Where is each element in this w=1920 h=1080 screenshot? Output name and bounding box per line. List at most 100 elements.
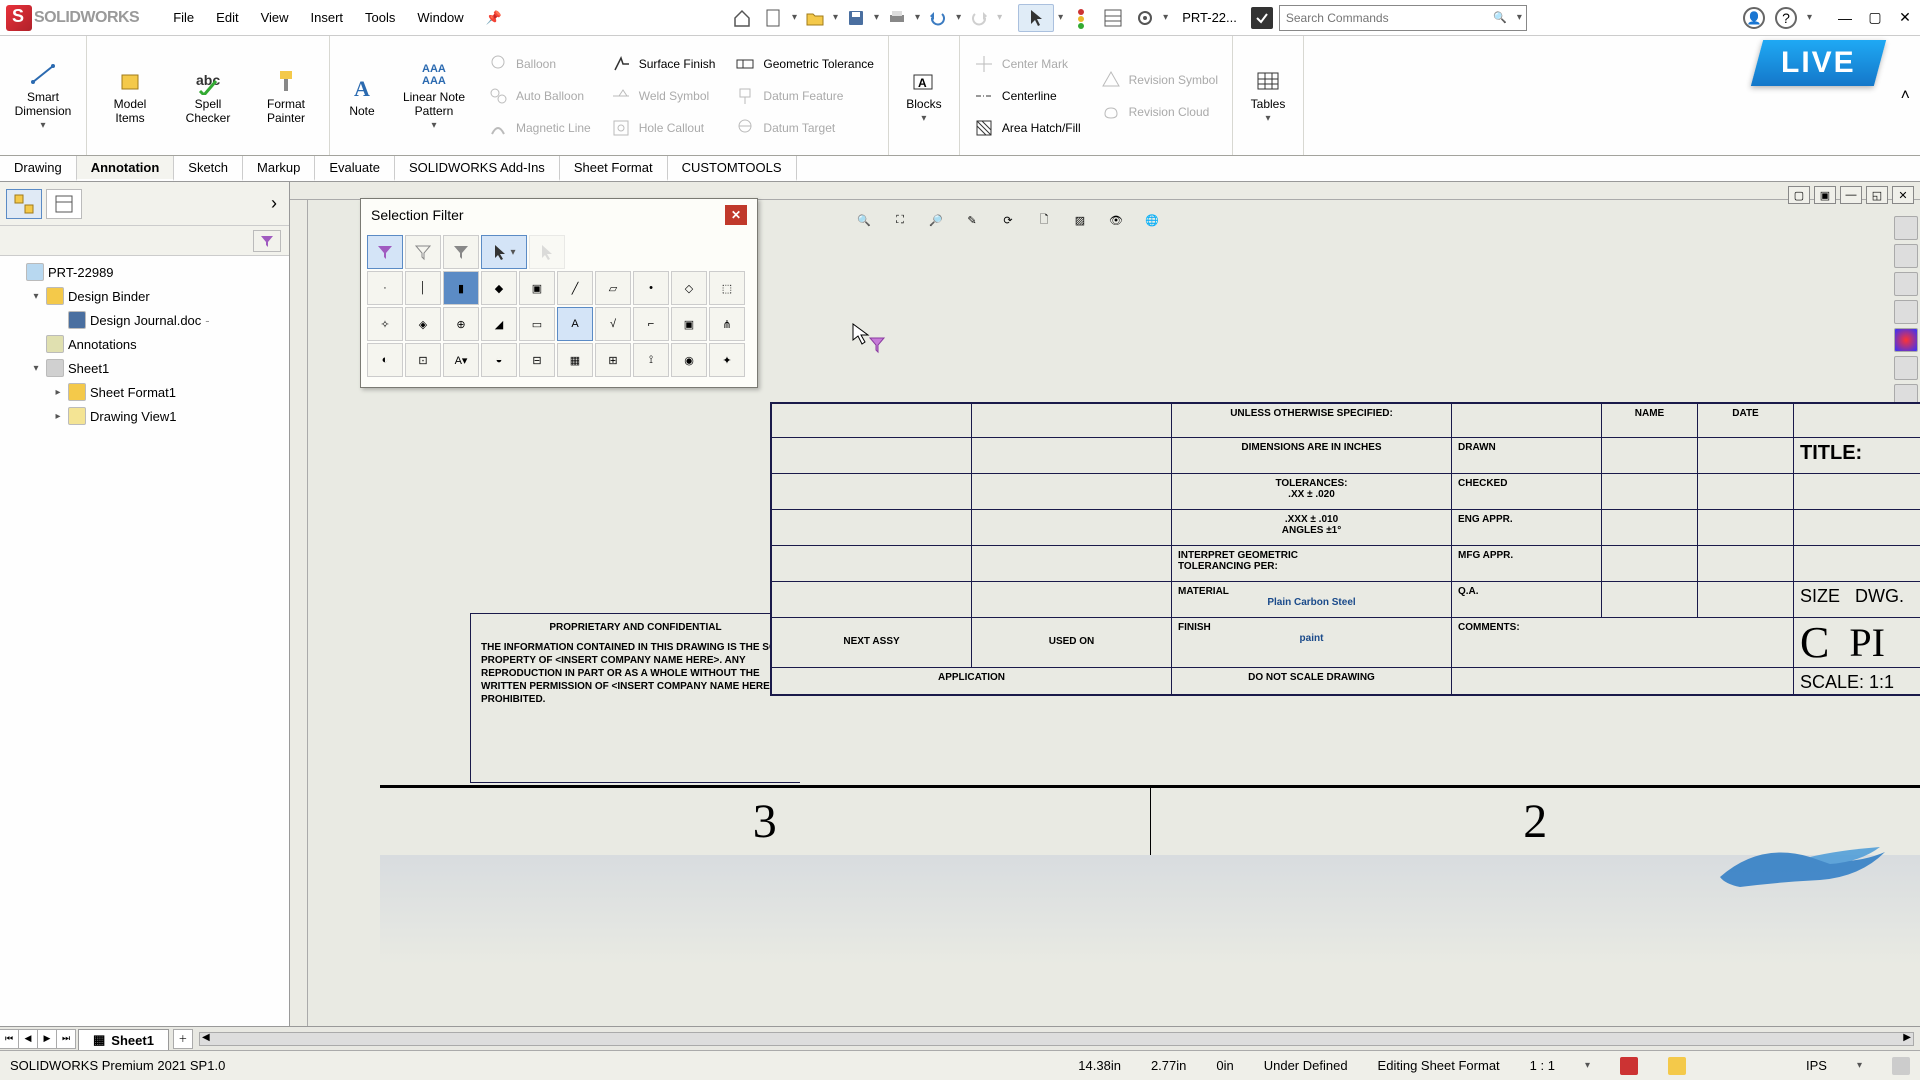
help-icon[interactable]: ? [1775, 7, 1797, 29]
taskpane-lib-icon[interactable] [1894, 244, 1918, 268]
filter-row4-9-icon[interactable]: ◉ [671, 343, 707, 377]
doc-min-icon[interactable]: — [1840, 186, 1862, 204]
tree-sheet1[interactable]: ▾Sheet1 [8, 356, 287, 380]
format-painter-button[interactable]: Format Painter [247, 36, 325, 155]
tree-design-binder[interactable]: ▾Design Binder [8, 284, 287, 308]
form-icon[interactable] [1099, 4, 1127, 32]
tab-customtools[interactable]: CUSTOMTOOLS [668, 156, 797, 181]
user-icon[interactable]: 👤 [1743, 7, 1765, 29]
filter-row4-7-icon[interactable]: ⊞ [595, 343, 631, 377]
select-all-icon[interactable] [529, 235, 565, 269]
filter-midpt-icon[interactable]: ◈ [405, 307, 441, 341]
filter-vertices-icon[interactable]: · [367, 271, 403, 305]
panel-expand-icon[interactable]: › [265, 193, 283, 214]
filter-clear-icon[interactable] [405, 235, 441, 269]
filter-cosmetic-icon[interactable]: ⋔ [709, 307, 745, 341]
auto-balloon-button[interactable]: Auto Balloon [482, 81, 597, 111]
tree-design-journal[interactable]: Design Journal.doc - [8, 308, 287, 332]
print-icon[interactable] [883, 4, 911, 32]
display-style-icon[interactable]: 🗋 [1030, 206, 1058, 234]
filter-invert-icon[interactable] [443, 235, 479, 269]
taskpane-appear-icon[interactable] [1894, 328, 1918, 352]
datum-target-button[interactable]: Datum Target [729, 113, 880, 143]
sheet-nav-next-icon[interactable]: ▶ [37, 1029, 57, 1049]
tree-sheet-format[interactable]: ▸Sheet Format1 [8, 380, 287, 404]
section-view-icon[interactable]: ✎ [958, 206, 986, 234]
filter-toggle-icon[interactable] [367, 235, 403, 269]
search-input[interactable] [1280, 11, 1487, 25]
view-orient-icon[interactable]: 👁 [1102, 206, 1130, 234]
menu-edit[interactable]: Edit [206, 6, 248, 30]
sheet-tab-sheet1[interactable]: ▦Sheet1 [78, 1029, 169, 1051]
status-macro-icon[interactable] [1620, 1057, 1638, 1075]
tab-sheet-format[interactable]: Sheet Format [560, 156, 668, 181]
filter-notes-icon[interactable]: A [557, 307, 593, 341]
filter-sketches-icon[interactable]: ◇ [671, 271, 707, 305]
filter-edges-icon[interactable]: │ [405, 271, 441, 305]
filter-sfinish-icon[interactable]: √ [595, 307, 631, 341]
filter-datum-icon[interactable]: ▣ [671, 307, 707, 341]
window-minimize-icon[interactable]: — [1836, 9, 1854, 27]
doc-win-2-icon[interactable]: ▣ [1814, 186, 1836, 204]
graphics-area[interactable]: Selection Filter ✕ ▾ · │ ▮ ◆ ▣ ╱ [290, 182, 1920, 1050]
center-mark-button[interactable]: Center Mark [968, 49, 1087, 79]
centerline-button[interactable]: Centerline [968, 81, 1087, 111]
geometric-tolerance-button[interactable]: Geometric Tolerance [729, 49, 880, 79]
balloon-button[interactable]: Balloon [482, 49, 597, 79]
filter-faces-icon[interactable]: ▮ [443, 271, 479, 305]
area-hatch-button[interactable]: Area Hatch/Fill [968, 113, 1087, 143]
filter-centermark-icon[interactable]: ⊕ [443, 307, 479, 341]
command-box-icon[interactable] [1251, 7, 1273, 29]
filter-row4-10-icon[interactable]: ✦ [709, 343, 745, 377]
home-icon[interactable] [728, 4, 756, 32]
traffic-light-icon[interactable] [1067, 4, 1095, 32]
sheet-hscroll[interactable] [199, 1032, 1914, 1046]
menu-file[interactable]: File [163, 6, 204, 30]
tables-button[interactable]: Tables▾ [1237, 36, 1299, 155]
status-fullscreen-icon[interactable] [1892, 1057, 1910, 1075]
surface-finish-button[interactable]: Surface Finish [605, 49, 722, 79]
tab-evaluate[interactable]: Evaluate [315, 156, 395, 181]
zoom-area-icon[interactable]: ⛶ [886, 206, 914, 234]
zoom-fit-icon[interactable]: 🔍 [850, 206, 878, 234]
doc-restore-icon[interactable]: ◱ [1866, 186, 1888, 204]
sheet-nav-prev-icon[interactable]: ◀ [18, 1029, 38, 1049]
tab-addins[interactable]: SOLIDWORKS Add-Ins [395, 156, 560, 181]
status-units[interactable]: IPS [1806, 1058, 1827, 1073]
filter-row4-1-icon[interactable]: ◐ [367, 343, 403, 377]
selection-filter-close-icon[interactable]: ✕ [725, 205, 747, 225]
property-manager-tab-icon[interactable] [46, 189, 82, 219]
search-commands[interactable]: 🔍 ▾ [1279, 5, 1527, 31]
select-cursor-icon[interactable]: ▾ [481, 235, 527, 269]
filter-row4-3-icon[interactable]: A▾ [443, 343, 479, 377]
ribbon-collapse-icon[interactable]: ˄ [1901, 87, 1910, 105]
menu-window[interactable]: Window [407, 6, 473, 30]
options-gear-icon[interactable] [1131, 4, 1159, 32]
taskpane-view-icon[interactable] [1894, 300, 1918, 324]
menu-view[interactable]: View [251, 6, 299, 30]
spell-checker-button[interactable]: abcSpell Checker [169, 36, 247, 155]
sheet-nav-first-icon[interactable]: ⏮ [0, 1029, 19, 1049]
undo-icon[interactable] [924, 4, 952, 32]
tab-markup[interactable]: Markup [243, 156, 315, 181]
tab-drawing[interactable]: Drawing [0, 156, 77, 181]
filter-row4-4-icon[interactable]: ◒ [481, 343, 517, 377]
menu-tools[interactable]: Tools [355, 6, 405, 30]
hide-show-icon[interactable]: ▨ [1066, 206, 1094, 234]
filter-row4-5-icon[interactable]: ⊟ [519, 343, 555, 377]
filter-row4-6-icon[interactable]: ▦ [557, 343, 593, 377]
filter-solids-icon[interactable]: ▣ [519, 271, 555, 305]
filter-gtol-icon[interactable]: ▭ [519, 307, 555, 341]
filter-planes-icon[interactable]: ▱ [595, 271, 631, 305]
note-button[interactable]: ANote [334, 36, 390, 155]
taskpane-props-icon[interactable] [1894, 356, 1918, 380]
filter-tree-icon[interactable] [253, 230, 281, 252]
status-warn-icon[interactable] [1668, 1057, 1686, 1075]
feature-tree-tab-icon[interactable] [6, 189, 42, 219]
zoom-prev-icon[interactable]: 🔎 [922, 206, 950, 234]
revision-cloud-button[interactable]: Revision Cloud [1095, 97, 1224, 127]
filter-row4-8-icon[interactable]: ⟟ [633, 343, 669, 377]
model-items-button[interactable]: Model Items [91, 36, 169, 155]
doc-close-icon[interactable]: ✕ [1892, 186, 1914, 204]
blocks-button[interactable]: ABlocks▾ [893, 36, 955, 155]
